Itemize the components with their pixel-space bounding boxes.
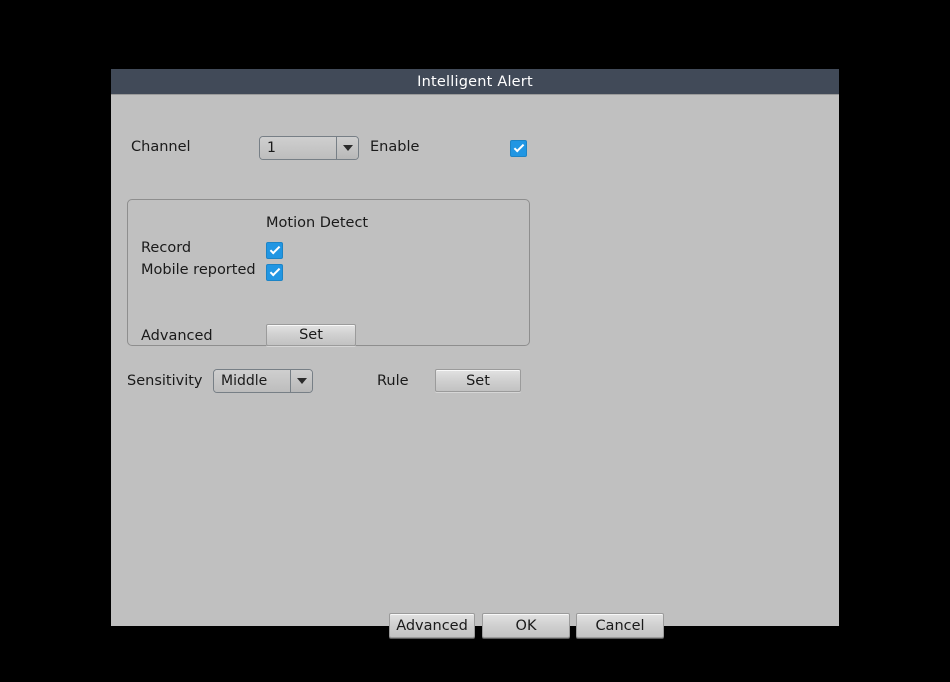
dialog-body: Channel 1 Enable Motion Detect Record Mo… [111,95,839,625]
advanced-set-button[interactable]: Set [266,324,356,346]
screen-background: Intelligent Alert Channel 1 Enable Motio… [0,0,950,682]
rule-set-button[interactable]: Set [435,369,521,392]
record-checkbox[interactable] [266,242,283,259]
channel-select-value: 1 [260,137,336,159]
advanced-button[interactable]: Advanced [389,613,475,638]
advanced-label: Advanced [141,328,213,344]
sensitivity-select-value: Middle [214,370,290,392]
dialog-footer: Advanced OK Cancel [111,613,839,641]
dialog-title: Intelligent Alert [417,74,533,90]
sensitivity-select[interactable]: Middle [213,369,313,393]
channel-select[interactable]: 1 [259,136,359,160]
sensitivity-label: Sensitivity [127,373,203,389]
ok-button[interactable]: OK [482,613,570,638]
rule-label: Rule [377,373,409,389]
dialog-titlebar: Intelligent Alert [111,69,839,95]
channel-row: Channel 1 Enable [131,136,631,162]
sensitivity-row: Sensitivity Middle Rule Set [127,369,597,395]
cancel-button[interactable]: Cancel [576,613,664,638]
record-label: Record [141,240,191,256]
intelligent-alert-dialog: Intelligent Alert Channel 1 Enable Motio… [111,69,839,626]
chevron-down-icon[interactable] [336,137,358,159]
channel-label: Channel [131,139,191,155]
motion-detect-groupbox: Motion Detect Record Mobile reported Adv… [127,199,530,346]
enable-checkbox[interactable] [510,140,527,157]
check-icon [269,244,280,255]
mobile-reported-label: Mobile reported [141,262,256,278]
check-icon [513,142,524,153]
check-icon [269,266,280,277]
chevron-down-icon[interactable] [290,370,312,392]
enable-label: Enable [370,139,419,155]
mobile-reported-checkbox[interactable] [266,264,283,281]
motion-detect-header: Motion Detect [266,215,368,231]
